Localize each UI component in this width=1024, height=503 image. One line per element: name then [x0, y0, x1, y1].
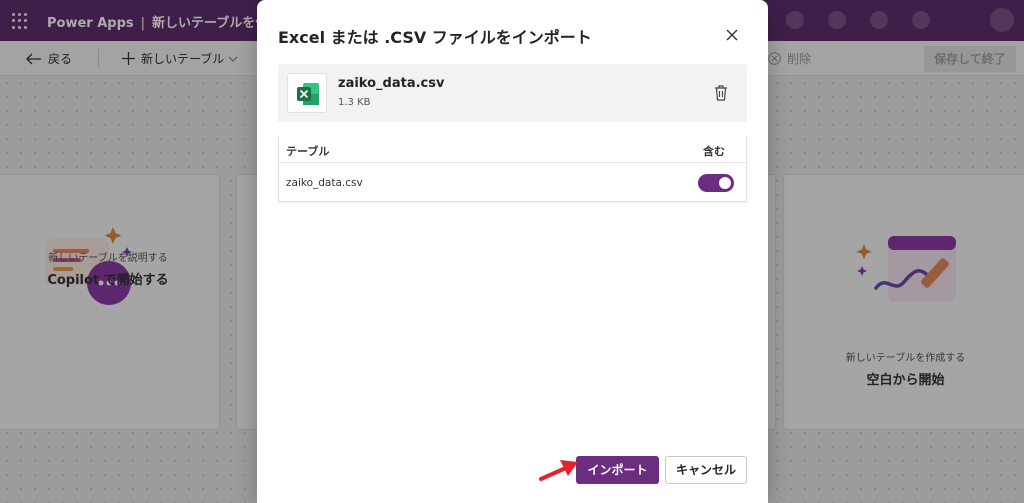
file-size: 1.3 KB [338, 97, 371, 108]
uploaded-file-card: zaiko_data.csv 1.3 KB [278, 64, 747, 122]
cancel-button[interactable]: キャンセル [665, 456, 747, 484]
close-icon [726, 29, 738, 41]
column-header-include: 含む [703, 145, 725, 158]
column-header-table: テーブル [286, 145, 330, 158]
trash-icon [715, 85, 727, 101]
file-name: zaiko_data.csv [338, 76, 445, 91]
include-toggle[interactable] [698, 174, 734, 192]
annotation-arrow-icon [539, 460, 578, 481]
excel-file-icon [287, 73, 327, 113]
table-row: zaiko_data.csv [279, 164, 746, 201]
delete-file-button[interactable] [711, 83, 731, 103]
import-dialog: Excel または .CSV ファイルをインポート zaiko_data.csv… [257, 0, 768, 503]
table-header: テーブル 含む [279, 136, 746, 163]
import-button[interactable]: インポート [576, 456, 659, 484]
close-button[interactable] [723, 26, 741, 44]
dialog-title: Excel または .CSV ファイルをインポート [278, 28, 592, 47]
table-row-name: zaiko_data.csv [286, 177, 363, 189]
toggle-knob [719, 177, 731, 189]
tables-grid: テーブル 含む zaiko_data.csv [278, 136, 747, 202]
